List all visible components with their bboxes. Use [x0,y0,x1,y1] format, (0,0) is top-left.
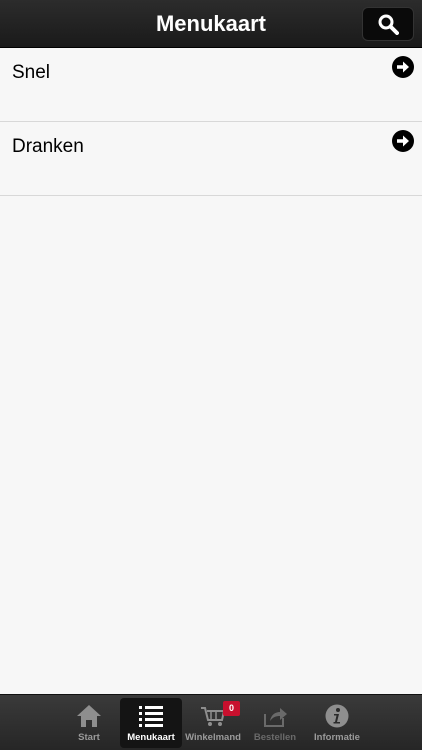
tab-menukaart[interactable]: Menukaart [120,698,182,748]
tab-label: Winkelmand [185,732,241,743]
menu-item-label: Snel [12,62,51,83]
menu-item-label: Dranken [12,136,84,157]
tab-bar: Start Menukaart 0 Winkelmand Bestellen I… [0,694,422,750]
arrow-right-circle-icon[interactable] [392,56,414,78]
tab-winkelmand[interactable]: 0 Winkelmand [182,698,244,748]
search-icon [378,14,399,35]
tab-bestellen[interactable]: Bestellen [244,698,306,748]
page-title: Menukaart [155,11,267,36]
tab-informatie[interactable]: Informatie [306,698,368,748]
menu-item-dranken[interactable]: Dranken [0,122,422,196]
arrow-right-circle-icon[interactable] [392,130,414,152]
tab-label: Informatie [314,732,360,743]
cart-count-badge: 0 [223,701,240,716]
home-icon [77,705,101,727]
tab-start[interactable]: Start [58,698,120,748]
menu-list: Snel Dranken [0,48,422,196]
info-icon [325,704,349,728]
tab-label: Bestellen [253,732,297,743]
navigation-bar: Menukaart [0,0,422,48]
share-icon [264,708,287,727]
list-icon [139,706,163,727]
tab-label: Menukaart [127,732,175,743]
menu-item-snel[interactable]: Snel [0,48,422,122]
search-button[interactable] [362,7,414,41]
tab-label: Start [78,732,100,743]
